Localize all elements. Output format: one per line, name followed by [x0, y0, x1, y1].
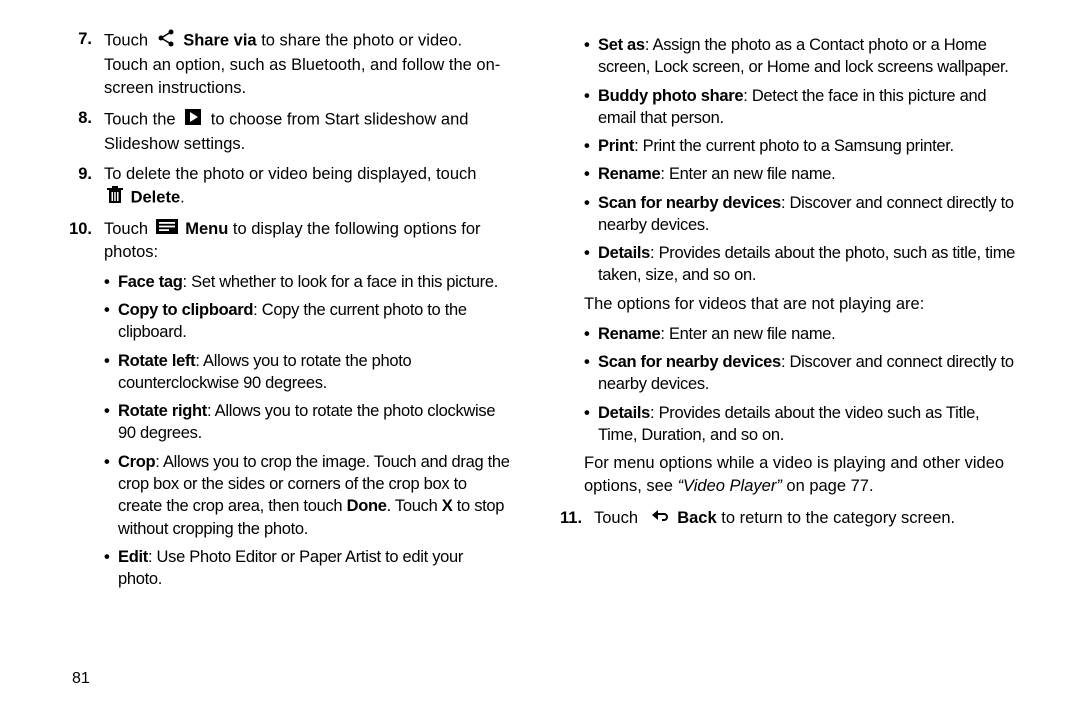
- t: : Use Photo Editor or Paper Artist to ed…: [118, 548, 463, 588]
- list-item: •Rename: Enter an new file name.: [584, 163, 1020, 185]
- bullet-icon: •: [584, 402, 598, 424]
- b: Buddy photo share: [598, 87, 743, 105]
- b: Copy to clipboard: [118, 301, 253, 319]
- bullet-icon: •: [584, 351, 598, 373]
- text: Touch: [104, 32, 153, 50]
- share-icon: [156, 28, 176, 54]
- b: Face tag: [118, 273, 183, 291]
- text: to return to the category screen.: [717, 509, 955, 527]
- b: Details: [598, 244, 650, 262]
- t: . Touch: [387, 497, 442, 515]
- bullet-icon: •: [104, 546, 118, 568]
- t: : Set whether to look for a face in this…: [183, 273, 498, 291]
- bold: Share via: [183, 32, 256, 50]
- text: To delete the photo or video being displ…: [104, 165, 476, 183]
- bullet-icon: •: [104, 271, 118, 293]
- list-item: •Copy to clipboard: Copy the current pho…: [104, 299, 510, 344]
- video-footer: For menu options while a video is playin…: [584, 452, 1020, 497]
- step-8: 8. Touch the to choose from Start slides…: [60, 107, 510, 156]
- bold: Menu: [185, 220, 228, 238]
- bullet-icon: •: [584, 135, 598, 157]
- video-note: The options for videos that are not play…: [584, 293, 1020, 315]
- text: Touch: [594, 509, 643, 527]
- step-body: Touch the to choose from Start slideshow…: [104, 107, 510, 156]
- bullet-icon: •: [104, 299, 118, 321]
- bold: Delete: [131, 188, 181, 206]
- t: : Provides details about the photo, such…: [598, 244, 1015, 284]
- b: Edit: [118, 548, 148, 566]
- left-column: 7. Touch Share via to share the photo or…: [60, 28, 540, 700]
- b: Details: [598, 404, 650, 422]
- b: Set as: [598, 36, 645, 54]
- list-item: •Details: Provides details about the pho…: [584, 242, 1020, 287]
- list-item: •Scan for nearby devices: Discover and c…: [584, 192, 1020, 237]
- bullet-icon: •: [584, 85, 598, 107]
- b: Rename: [598, 165, 660, 183]
- list-item: •Buddy photo share: Detect the face in t…: [584, 85, 1020, 130]
- step-number: 8.: [60, 107, 104, 129]
- t: : Enter an new file name.: [660, 325, 835, 343]
- b: X: [442, 497, 453, 515]
- t: : Print the current photo to a Samsung p…: [634, 137, 954, 155]
- b: Print: [598, 137, 634, 155]
- text: Touch the: [104, 110, 180, 128]
- step-9: 9. To delete the photo or video being di…: [60, 163, 510, 210]
- b: Scan for nearby devices: [598, 353, 781, 371]
- t: : Enter an new file name.: [660, 165, 835, 183]
- photo-options-right: •Set as: Assign the photo as a Contact p…: [584, 34, 1020, 287]
- step-number: 7.: [60, 28, 104, 50]
- list-item: •Scan for nearby devices: Discover and c…: [584, 351, 1020, 396]
- right-column: •Set as: Assign the photo as a Contact p…: [540, 28, 1020, 700]
- bullet-icon: •: [584, 192, 598, 214]
- list-item: •Details: Provides details about the vid…: [584, 402, 1020, 447]
- b: Rename: [598, 325, 660, 343]
- list-item: •Rename: Enter an new file name.: [584, 323, 1020, 345]
- bullet-icon: •: [584, 163, 598, 185]
- step-body: Touch Share via to share the photo or vi…: [104, 28, 510, 99]
- step-10: 10. Touch Menu to display the following …: [60, 218, 510, 263]
- back-icon: [646, 507, 670, 529]
- bullet-icon: •: [104, 350, 118, 372]
- text: on page 77.: [782, 477, 874, 495]
- t: : Provides details about the video such …: [598, 404, 979, 444]
- b: Done: [347, 497, 387, 515]
- b: Rotate left: [118, 352, 195, 370]
- page-number: 81: [72, 668, 90, 690]
- step-7: 7. Touch Share via to share the photo or…: [60, 28, 510, 99]
- b: Scan for nearby devices: [598, 194, 781, 212]
- b: Rotate right: [118, 402, 207, 420]
- step-number: 9.: [60, 163, 104, 185]
- list-item: •Edit: Use Photo Editor or Paper Artist …: [104, 546, 510, 591]
- bold: Back: [677, 509, 716, 527]
- step-11: 11. Touch Back to return to the category…: [560, 507, 1020, 530]
- list-item: •Crop: Allows you to crop the image. Tou…: [104, 451, 510, 540]
- text: .: [180, 188, 185, 206]
- bullet-icon: •: [584, 323, 598, 345]
- bullet-icon: •: [104, 451, 118, 473]
- step-body: Touch Back to return to the category scr…: [594, 507, 1020, 530]
- bullet-icon: •: [584, 34, 598, 56]
- bullet-icon: •: [584, 242, 598, 264]
- step-body: Touch Menu to display the following opti…: [104, 218, 510, 263]
- list-item: •Print: Print the current photo to a Sam…: [584, 135, 1020, 157]
- photo-options-left: •Face tag: Set whether to look for a fac…: [104, 271, 510, 590]
- bullet-icon: •: [104, 400, 118, 422]
- step-number: 11.: [560, 507, 594, 529]
- text: Touch: [104, 220, 153, 238]
- list-item: •Rotate left: Allows you to rotate the p…: [104, 350, 510, 395]
- step-number: 10.: [60, 218, 104, 240]
- list-item: •Set as: Assign the photo as a Contact p…: [584, 34, 1020, 79]
- menu-icon: [156, 218, 178, 240]
- manual-page: 7. Touch Share via to share the photo or…: [0, 0, 1080, 720]
- step-body: To delete the photo or video being displ…: [104, 163, 510, 210]
- play-icon: [183, 107, 203, 133]
- b: Crop: [118, 453, 155, 471]
- trash-icon: [107, 186, 123, 210]
- video-options: •Rename: Enter an new file name. •Scan f…: [584, 323, 1020, 446]
- list-item: •Rotate right: Allows you to rotate the …: [104, 400, 510, 445]
- italic: “Video Player”: [678, 477, 782, 495]
- list-item: •Face tag: Set whether to look for a fac…: [104, 271, 510, 293]
- t: : Assign the photo as a Contact photo or…: [598, 36, 1009, 76]
